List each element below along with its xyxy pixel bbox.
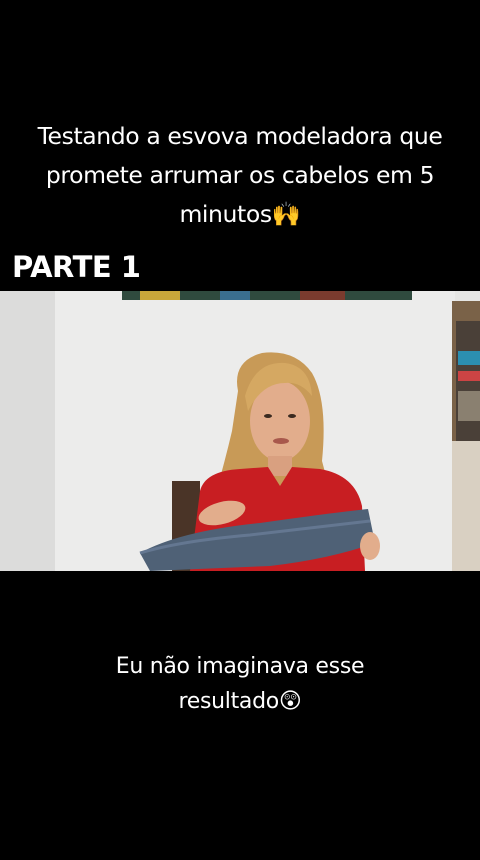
subtitle-line-2: resultado😲 (178, 689, 302, 714)
overlay-caption: Testando a esvova modeladora que promete… (10, 117, 470, 234)
overlay-caption-line-1: Testando a esvova modeladora que (37, 122, 443, 150)
part-label: PARTE 1 (12, 250, 141, 284)
subtitle: Eu não imaginava esse resultado😲 (0, 649, 480, 719)
overlay-caption-line-3: minutos🙌 (179, 200, 301, 228)
video-frame[interactable] (0, 291, 480, 571)
video-still (0, 291, 480, 571)
overlay-caption-line-2: promete arrumar os cabelos em 5 (45, 161, 435, 189)
subtitle-line-1: Eu não imaginava esse (115, 654, 365, 679)
